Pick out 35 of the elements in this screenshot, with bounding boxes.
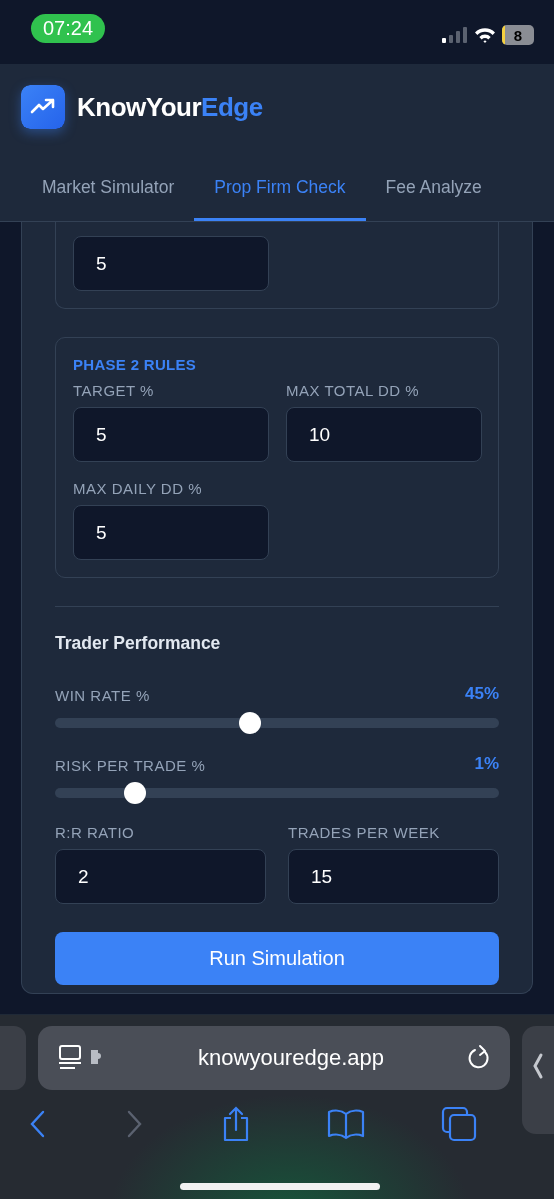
bookmarks-icon[interactable] [326, 1108, 365, 1140]
slider-thumb[interactable] [239, 712, 262, 734]
slider-label: WIN RATE % [55, 687, 150, 704]
clock-time: 07:24 [31, 13, 106, 43]
slider-track[interactable] [55, 782, 499, 804]
number-field[interactable]: 10 [286, 407, 482, 462]
field-label: MAX TOTAL DD % [286, 382, 421, 399]
side-panel-handle[interactable] [522, 1026, 554, 1134]
nav-tab[interactable]: Market Simulator [22, 161, 195, 221]
slider-track[interactable] [55, 712, 499, 734]
nav-tab[interactable]: Fee Analyze [365, 161, 502, 221]
slider-value: 45% [464, 684, 499, 704]
run-simulation-button[interactable]: Run Simulation [55, 932, 499, 985]
trend-up-icon [21, 85, 65, 129]
field-label: TRADES PER WEEK [288, 824, 441, 841]
section-title: Trader Performance [55, 633, 222, 654]
address-bar[interactable]: knowyouredge.app [38, 1026, 510, 1090]
signal-icon [442, 27, 468, 43]
section-title: PHASE 2 RULES [73, 356, 198, 373]
brand-name: KnowYourEdge [77, 91, 263, 123]
battery-icon: 8 [502, 25, 534, 45]
slider-thumb[interactable] [123, 782, 146, 804]
number-field[interactable]: 2 [55, 849, 266, 904]
field-label: R:R RATIO [55, 824, 136, 841]
number-field[interactable]: 15 [288, 849, 499, 904]
chevron-left-icon[interactable] [532, 1052, 544, 1080]
wifi-icon [474, 27, 496, 43]
number-field[interactable]: 5 [73, 236, 269, 291]
field-label: MAX DAILY DD % [73, 480, 203, 497]
number-field[interactable]: 5 [73, 407, 269, 462]
slider-value: 1% [474, 754, 499, 774]
field-label: TARGET % [73, 382, 155, 399]
tabs-icon[interactable] [441, 1106, 477, 1142]
slider-label: RISK PER TRADE % [55, 757, 206, 774]
number-field[interactable]: 5 [73, 505, 269, 560]
